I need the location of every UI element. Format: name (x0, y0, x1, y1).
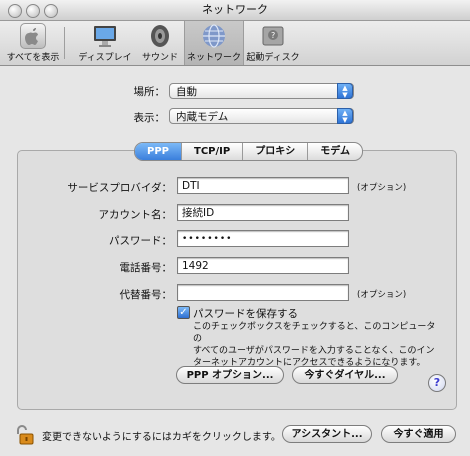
phone-number-label: 電話番号： (119, 262, 173, 274)
alternate-number-optional-note: (オプション) (357, 290, 407, 300)
location-popup[interactable]: 自動 ▲ ▼ (169, 83, 354, 99)
show-popup[interactable]: 内蔵モデム ▲ ▼ (169, 108, 354, 124)
minimize-window-button[interactable] (26, 4, 40, 18)
toolbar-label-show-all: すべてを表示 (6, 53, 60, 63)
service-provider-field[interactable]: DTI (177, 177, 349, 194)
location-value: 自動 (176, 86, 197, 98)
globe-icon (201, 23, 227, 49)
password-field[interactable]: •••••••• (177, 230, 349, 247)
toolbar-label-display: ディスプレイ (78, 53, 132, 63)
phone-number-field[interactable]: 1492 (177, 257, 349, 274)
toolbar-label-network: ネットワーク (186, 53, 241, 63)
location-label: 場所： (133, 86, 166, 98)
hard-disk-icon: ? (260, 23, 286, 49)
toolbar-item-network[interactable]: ネットワーク (184, 21, 244, 65)
toolbar-item-display[interactable]: ディスプレイ (76, 21, 134, 65)
zoom-window-button[interactable] (44, 4, 58, 18)
alternate-number-label: 代替番号： (119, 289, 173, 301)
toolbar-separator (64, 27, 65, 59)
show-label: 表示： (133, 112, 166, 124)
save-password-label: パスワードを保存する (193, 308, 298, 320)
tab-bar: PPP TCP/IP プロキシ モデム (134, 142, 364, 161)
svg-text:?: ? (271, 31, 275, 40)
service-provider-optional-note: (オプション) (357, 183, 407, 193)
account-name-field[interactable]: 接続ID (177, 204, 349, 221)
toolbar-item-sound[interactable]: サウンド (136, 21, 184, 65)
assistant-button[interactable]: アシスタント... (282, 425, 372, 443)
title-bar: ネットワーク (0, 0, 470, 21)
tab-tcpip[interactable]: TCP/IP (181, 143, 242, 160)
network-preferences-window: ネットワーク すべてを表示 ディスプレイ サウンド ネットワーク ? 起動ディス… (0, 0, 470, 456)
popup-arrows-icon: ▲ ▼ (337, 83, 353, 99)
close-window-button[interactable] (8, 4, 22, 18)
account-name-label: アカウント名： (98, 209, 173, 221)
save-password-description: このチェックボックスをチェックすると、このコンピュータの すべてのユーザがパスワ… (193, 321, 443, 369)
ppp-options-button[interactable]: PPP オプション... (176, 366, 284, 384)
preferences-toolbar: すべてを表示 ディスプレイ サウンド ネットワーク ? 起動ディスク (0, 21, 470, 66)
save-password-checkbox[interactable]: ✓ (177, 306, 190, 319)
show-value: 内蔵モデム (176, 111, 229, 123)
toolbar-item-show-all[interactable]: すべてを表示 (4, 21, 62, 65)
display-icon (92, 23, 118, 49)
window-title: ネットワーク (202, 3, 268, 16)
apply-now-button[interactable]: 今すぐ適用 (381, 425, 456, 443)
apple-grid-icon (20, 23, 46, 49)
toolbar-label-sound: サウンド (141, 53, 178, 63)
lock-icon[interactable] (14, 424, 36, 449)
service-provider-label: サービスプロバイダ： (67, 182, 172, 194)
tab-proxy[interactable]: プロキシ (242, 143, 307, 160)
toolbar-label-startup-disk: 起動ディスク (246, 53, 300, 63)
popup-arrows-icon: ▲ ▼ (337, 108, 353, 124)
help-button[interactable]: ? (428, 374, 446, 392)
description-line: すべてのユーザがパスワードを入力することなく、このイン (193, 346, 435, 356)
toolbar-item-startup-disk[interactable]: ? 起動ディスク (244, 21, 302, 65)
description-line: このチェックボックスをチェックすると、このコンピュータの (193, 322, 436, 344)
tab-modem[interactable]: モデム (307, 143, 362, 160)
speaker-icon (147, 23, 173, 49)
alternate-number-field[interactable] (177, 284, 349, 301)
password-label: パスワード： (109, 235, 172, 247)
dial-now-button[interactable]: 今すぐダイヤル... (292, 366, 398, 384)
lock-instruction-text: 変更できないようにするにはカギをクリックします。 (42, 432, 281, 443)
tab-ppp[interactable]: PPP (135, 143, 181, 160)
